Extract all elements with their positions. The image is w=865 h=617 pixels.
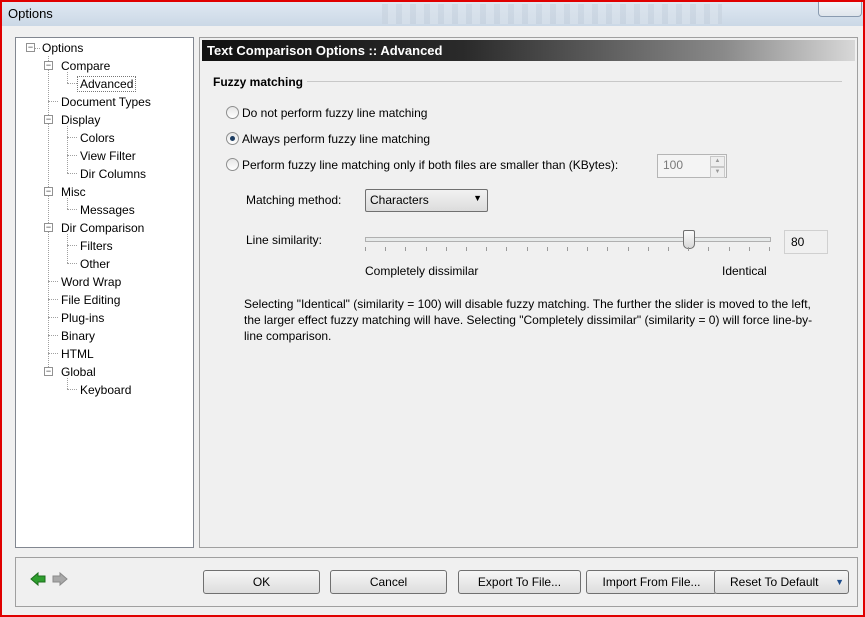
tree-item-keyboard[interactable]: Keyboard (80, 382, 131, 398)
tree-item-html[interactable]: HTML (61, 346, 94, 362)
similarity-value: 80 (791, 235, 805, 249)
slider-tick (445, 247, 447, 251)
slider-tick (748, 247, 750, 251)
slider-tick (425, 247, 427, 251)
tree-item-compare[interactable]: Compare (61, 58, 110, 74)
fuzzy-description: Selecting "Identical" (similarity = 100)… (244, 297, 813, 343)
tree-collapse-icon[interactable]: − (44, 115, 53, 124)
chevron-down-icon[interactable]: ▼ (835, 571, 844, 593)
tree-item-colors[interactable]: Colors (80, 130, 115, 146)
matching-method-value: Characters (370, 193, 429, 207)
ok-button[interactable]: OK (203, 570, 320, 594)
spin-down-icon[interactable]: ▼ (710, 167, 725, 178)
tree-collapse-icon[interactable]: − (44, 223, 53, 232)
size-limit-value: 100 (663, 158, 684, 172)
group-title: Fuzzy matching (213, 75, 304, 89)
tree-item-plug-ins[interactable]: Plug-ins (61, 310, 104, 326)
options-tree[interactable]: − Options − Compare Advanced Document Ty… (15, 37, 194, 548)
left-arrow-icon[interactable] (30, 571, 46, 593)
similarity-max-label: Identical (722, 264, 767, 278)
tree-item-advanced[interactable]: Advanced (77, 76, 137, 92)
slider-tick (607, 247, 609, 251)
tree-item-file-editing[interactable]: File Editing (61, 292, 120, 308)
tree-item-other[interactable]: Other (80, 256, 110, 272)
similarity-min-label: Completely dissimilar (365, 264, 479, 278)
background-window-content (382, 4, 722, 24)
slider-tick (506, 247, 508, 251)
spin-up-icon[interactable]: ▲ (710, 156, 725, 167)
slider-tick (688, 247, 690, 251)
radio-button[interactable] (226, 106, 239, 119)
slider-tick (567, 247, 568, 251)
tree-collapse-icon[interactable]: − (26, 43, 35, 52)
panel-header: Text Comparison Options :: Advanced (202, 40, 855, 61)
matching-method-dropdown[interactable]: Characters ▼ (365, 189, 488, 212)
window-title: Options (8, 6, 53, 21)
tree-collapse-icon[interactable]: − (44, 61, 53, 70)
slider-tick (365, 247, 366, 251)
radio-button-checked[interactable] (226, 132, 239, 145)
import-button[interactable]: Import From File... (586, 570, 717, 594)
slider-tick (647, 247, 649, 251)
group-divider (307, 81, 842, 82)
options-panel: Text Comparison Options :: Advanced Fuzz… (199, 37, 858, 548)
slider-tick (546, 247, 548, 251)
options-window: Options − Options − Compare Advanced Doc… (0, 0, 865, 617)
slider-tick (769, 247, 770, 251)
close-button[interactable] (818, 2, 862, 17)
reset-to-default-button[interactable]: Reset To Default ▼ (714, 570, 849, 594)
reset-to-default-label: Reset To Default (730, 575, 819, 589)
slider-tick (405, 247, 407, 251)
slider-tick (466, 247, 467, 251)
tree-item-binary[interactable]: Binary (61, 328, 95, 344)
tree-item-view-filter[interactable]: View Filter (80, 148, 136, 164)
tree-collapse-icon[interactable]: − (44, 187, 53, 196)
panel-title: Text Comparison Options :: Advanced (207, 43, 443, 58)
tree-item-dir-columns[interactable]: Dir Columns (80, 166, 146, 182)
radio-button[interactable] (226, 158, 239, 171)
similarity-value-field[interactable]: 80 (784, 230, 828, 254)
slider-tick (587, 247, 589, 251)
tree-item-messages[interactable]: Messages (80, 202, 135, 218)
tree-item-document-types[interactable]: Document Types (61, 94, 151, 110)
title-bar: Options (2, 2, 863, 26)
tree-item-filters[interactable]: Filters (80, 238, 113, 254)
tree-item-misc[interactable]: Misc (61, 184, 86, 200)
matching-method-label: Matching method: (246, 193, 342, 207)
export-button[interactable]: Export To File... (458, 570, 581, 594)
right-arrow-icon[interactable] (52, 571, 68, 593)
line-similarity-label: Line similarity: (246, 233, 323, 247)
similarity-slider-track[interactable] (365, 237, 771, 242)
slider-tick (627, 247, 629, 251)
cancel-button[interactable]: Cancel (330, 570, 447, 594)
bottom-bar: OK Cancel Export To File... Import From … (15, 557, 858, 607)
tree-collapse-icon[interactable]: − (44, 367, 53, 376)
slider-tick (526, 247, 528, 251)
size-limit-spinbox[interactable]: 100 ▲ ▼ (657, 154, 727, 178)
tree-item-dir-comparison[interactable]: Dir Comparison (61, 220, 144, 236)
slider-tick (486, 247, 488, 251)
similarity-slider-thumb[interactable] (683, 230, 696, 249)
tree-item-options[interactable]: Options (42, 40, 83, 56)
tree-item-word-wrap[interactable]: Word Wrap (61, 274, 121, 290)
slider-tick (708, 247, 710, 251)
slider-tick (728, 247, 730, 251)
chevron-down-icon: ▼ (473, 193, 482, 203)
slider-tick (385, 247, 387, 251)
slider-tick (668, 247, 669, 251)
